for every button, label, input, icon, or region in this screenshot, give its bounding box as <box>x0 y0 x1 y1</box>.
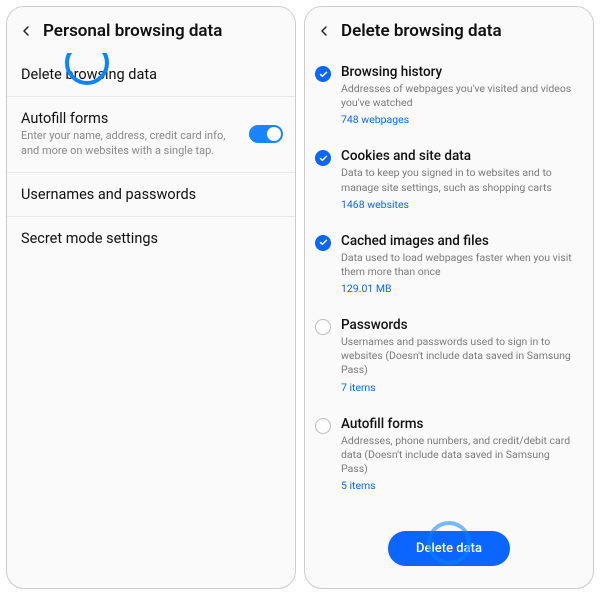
option-title: Cached images and files <box>341 233 579 249</box>
page-title: Delete browsing data <box>341 21 502 41</box>
option-count: 7 items <box>341 381 579 394</box>
option-count: 1468 websites <box>341 198 579 211</box>
option-autofill-forms[interactable]: Autofill forms Addresses, phone numbers,… <box>305 405 593 504</box>
back-icon[interactable] <box>17 22 35 40</box>
header: Personal browsing data <box>7 7 295 53</box>
option-title: Autofill forms <box>341 416 579 432</box>
autofill-toggle[interactable] <box>249 125 283 143</box>
option-desc: Data to keep you signed in to websites a… <box>341 166 579 194</box>
toggle-knob <box>267 127 281 141</box>
row-label: Secret mode settings <box>21 230 281 247</box>
checkbox-unchecked-icon[interactable] <box>315 418 331 434</box>
back-icon[interactable] <box>315 22 333 40</box>
button-bar: Delete data <box>305 519 593 588</box>
row-label: Delete browsing data <box>21 66 281 83</box>
checkbox-unchecked-icon[interactable] <box>315 319 331 335</box>
option-body: Cached images and files Data used to loa… <box>341 233 579 295</box>
option-body: Autofill forms Addresses, phone numbers,… <box>341 416 579 493</box>
row-label: Usernames and passwords <box>21 186 281 203</box>
option-body: Passwords Usernames and passwords used t… <box>341 317 579 394</box>
content: Browsing history Addresses of webpages y… <box>305 53 593 519</box>
option-cookies-site-data[interactable]: Cookies and site data Data to keep you s… <box>305 137 593 221</box>
row-delete-browsing-data[interactable]: Delete browsing data <box>7 53 295 97</box>
row-autofill-forms[interactable]: Autofill forms Enter your name, address,… <box>7 97 295 173</box>
checkbox-checked-icon[interactable] <box>315 66 331 82</box>
header: Delete browsing data <box>305 7 593 53</box>
option-title: Passwords <box>341 317 579 333</box>
screen-personal-browsing-data: Personal browsing data Delete browsing d… <box>6 6 296 589</box>
option-passwords[interactable]: Passwords Usernames and passwords used t… <box>305 306 593 405</box>
option-title: Cookies and site data <box>341 148 579 164</box>
option-body: Cookies and site data Data to keep you s… <box>341 148 579 210</box>
row-label: Autofill forms <box>21 110 281 127</box>
option-desc: Data used to load webpages faster when y… <box>341 251 579 279</box>
checkbox-checked-icon[interactable] <box>315 235 331 251</box>
option-count: 748 webpages <box>341 113 579 126</box>
delete-data-button[interactable]: Delete data <box>388 531 510 566</box>
content: Delete browsing data Autofill forms Ente… <box>7 53 295 588</box>
option-body: Browsing history Addresses of webpages y… <box>341 64 579 126</box>
option-browsing-history[interactable]: Browsing history Addresses of webpages y… <box>305 53 593 137</box>
option-cached-images-files[interactable]: Cached images and files Data used to loa… <box>305 222 593 306</box>
checkbox-checked-icon[interactable] <box>315 150 331 166</box>
option-desc: Addresses, phone numbers, and credit/deb… <box>341 434 579 477</box>
option-title: Browsing history <box>341 64 579 80</box>
page-title: Personal browsing data <box>43 21 222 41</box>
row-usernames-passwords[interactable]: Usernames and passwords <box>7 173 295 217</box>
option-desc: Usernames and passwords used to sign in … <box>341 335 579 378</box>
option-count: 129.01 MB <box>341 282 579 295</box>
row-subtext: Enter your name, address, credit card in… <box>21 129 231 159</box>
option-desc: Addresses of webpages you've visited and… <box>341 82 579 110</box>
row-secret-mode-settings[interactable]: Secret mode settings <box>7 217 295 260</box>
screen-delete-browsing-data: Delete browsing data Browsing history Ad… <box>304 6 594 589</box>
option-count: 5 items <box>341 479 579 492</box>
